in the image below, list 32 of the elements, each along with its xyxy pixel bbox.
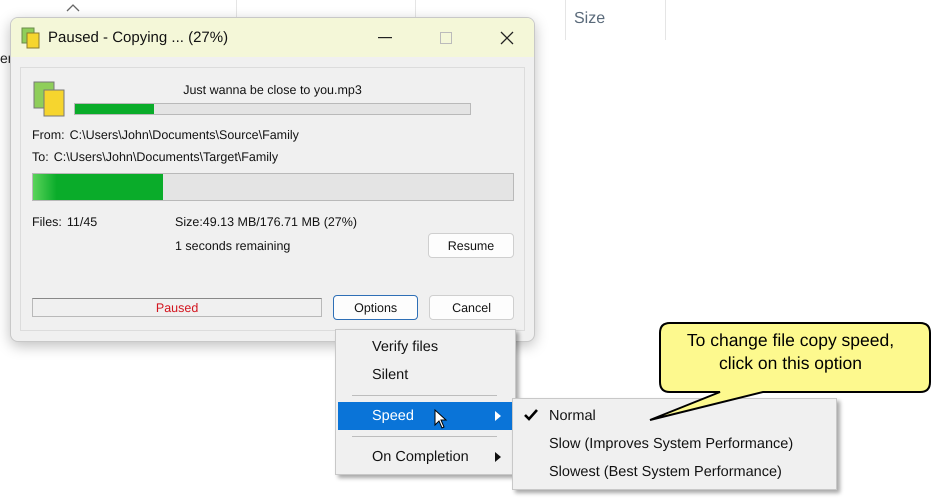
- menu-item[interactable]: Slowest (Best System Performance): [515, 458, 834, 486]
- submenu-arrow-icon: [495, 452, 501, 462]
- to-label: To:: [32, 150, 49, 164]
- file-name: Just wanna be close to you.mp3: [183, 83, 362, 97]
- minimize-icon: [378, 36, 392, 38]
- status-text: Paused: [32, 298, 322, 317]
- files-label: Files:: [32, 215, 62, 229]
- menu-item[interactable]: Speed: [338, 402, 513, 430]
- chevron-up-icon[interactable]: [66, 3, 80, 12]
- cursor-icon: [434, 409, 448, 429]
- menu-item[interactable]: Normal: [515, 402, 834, 430]
- resume-button[interactable]: Resume: [428, 233, 514, 258]
- documents-icon: [21, 26, 41, 48]
- submenu-arrow-icon: [495, 411, 501, 421]
- close-icon: [500, 30, 514, 44]
- target-path: C:\Users\John\Documents\Target\Family: [54, 150, 278, 164]
- column-header[interactable]: Size: [574, 10, 606, 27]
- time-remaining: 1 seconds remaining: [175, 238, 292, 252]
- window-title: Paused - Copying ... (27%): [48, 29, 230, 46]
- documents-icon: [32, 80, 66, 118]
- menu-item[interactable]: Slow (Improves System Performance): [515, 430, 834, 458]
- files-count: 11/45: [66, 215, 98, 229]
- menu-item[interactable]: Silent: [338, 361, 513, 389]
- options-button[interactable]: Options: [333, 295, 418, 320]
- from-label: From:: [32, 128, 65, 142]
- maximize-icon: [440, 32, 452, 44]
- source-path: C:\Users\John\Documents\Source\Family: [70, 128, 299, 142]
- menu-item[interactable]: On Completion: [338, 443, 513, 471]
- callout-text: To change file copy speed, click on this option: [686, 329, 896, 375]
- cancel-button[interactable]: Cancel: [429, 295, 514, 320]
- size-info: Size:49.13 MB/176.71 MB (27%): [175, 215, 358, 229]
- menu-item[interactable]: Verify files: [338, 333, 513, 361]
